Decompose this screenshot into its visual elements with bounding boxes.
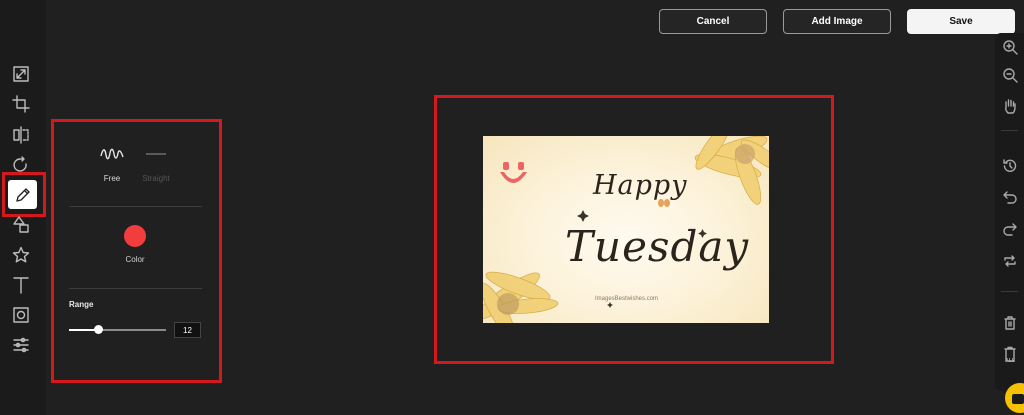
frame-icon xyxy=(13,307,29,323)
draw-tool-button[interactable] xyxy=(8,180,37,209)
add-image-button[interactable]: Add Image xyxy=(783,9,891,34)
flip-icon xyxy=(13,126,29,144)
zoom-out-button[interactable] xyxy=(1000,65,1020,85)
freehand-icon xyxy=(100,148,124,160)
zoom-in-button[interactable] xyxy=(1000,37,1020,57)
text-tool-button[interactable] xyxy=(9,273,33,297)
greeting-line-2: Tuesday xyxy=(565,222,750,271)
cancel-button[interactable]: Cancel xyxy=(659,9,767,34)
text-icon xyxy=(13,277,29,294)
canvas-image[interactable]: Happy Tuesday ImagesBestwishes.com xyxy=(483,136,769,323)
color-label: Color xyxy=(125,255,145,264)
history-button[interactable] xyxy=(1000,156,1020,176)
pencil-icon xyxy=(15,187,30,202)
flip-tool-button[interactable] xyxy=(9,123,33,147)
mode-straight-label: Straight xyxy=(142,174,170,183)
greeting-line-1: Happy xyxy=(593,170,688,201)
pan-button[interactable] xyxy=(1000,96,1020,116)
range-slider-thumb[interactable] xyxy=(94,325,104,334)
toolbar-divider xyxy=(1001,130,1018,131)
left-toolbar xyxy=(0,0,46,415)
adjust-tool-button[interactable] xyxy=(9,333,33,357)
panel-divider xyxy=(69,206,202,207)
mode-free-button[interactable]: Free xyxy=(87,147,137,183)
mode-free-label: Free xyxy=(103,174,121,183)
shapes-icon xyxy=(13,216,29,233)
reset-icon xyxy=(1004,255,1016,267)
delete-all-label: ALL xyxy=(1005,358,1015,364)
hand-icon xyxy=(1005,99,1016,114)
range-label: Range xyxy=(69,300,94,309)
trash-icon xyxy=(1004,316,1016,330)
crop-tool-button[interactable] xyxy=(9,92,33,116)
right-toolbar: ALL xyxy=(995,33,1024,391)
redo-button[interactable] xyxy=(1000,219,1020,239)
chat-widget-button[interactable] xyxy=(1005,383,1024,413)
adjust-icon xyxy=(13,337,29,353)
undo-icon xyxy=(1003,191,1017,204)
panel-divider xyxy=(69,288,202,289)
delete-all-button[interactable]: ALL xyxy=(1000,344,1020,364)
delete-button[interactable] xyxy=(1000,313,1020,333)
zoom-in-icon xyxy=(1003,40,1018,55)
chat-icon xyxy=(1012,394,1024,404)
redo-icon xyxy=(1003,223,1017,236)
history-icon xyxy=(1003,159,1017,172)
resize-icon xyxy=(13,66,29,82)
sticker-tool-button[interactable] xyxy=(9,243,33,267)
crop-icon xyxy=(12,95,30,113)
resize-tool-button[interactable] xyxy=(9,62,33,86)
range-value-input[interactable]: 12 xyxy=(174,322,201,338)
website-caption: ImagesBestwishes.com xyxy=(595,296,659,302)
draw-settings-panel: Free Straight Color Range 12 xyxy=(51,119,222,383)
color-picker-swatch[interactable] xyxy=(124,225,146,247)
straight-line-icon xyxy=(146,153,166,155)
zoom-out-icon xyxy=(1003,68,1018,83)
range-slider[interactable] xyxy=(69,325,166,334)
mode-straight-button[interactable]: Straight xyxy=(131,147,181,183)
reset-button[interactable] xyxy=(1000,251,1020,271)
star-icon xyxy=(12,246,30,263)
shapes-tool-button[interactable] xyxy=(9,213,33,237)
toolbar-divider xyxy=(1001,291,1018,292)
save-button[interactable]: Save xyxy=(907,9,1015,34)
undo-button[interactable] xyxy=(1000,187,1020,207)
frame-tool-button[interactable] xyxy=(9,303,33,327)
